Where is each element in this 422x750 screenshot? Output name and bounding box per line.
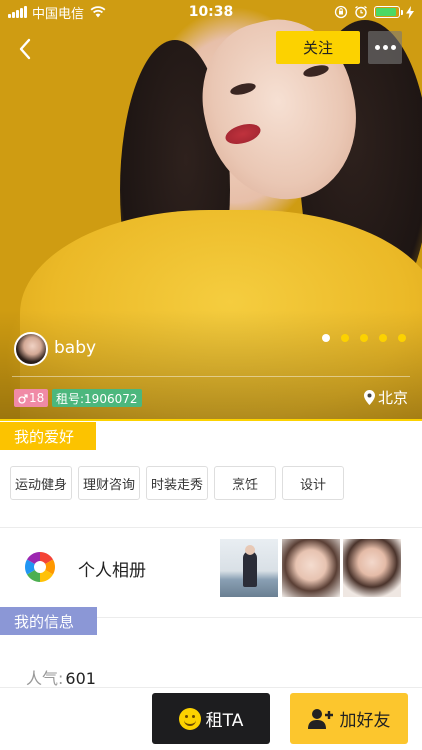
hobbies-section-title: 我的爱好 <box>0 422 100 453</box>
more-dots-icon <box>374 45 380 50</box>
album-label[interactable]: 个人相册 <box>78 556 146 581</box>
more-dots-icon <box>382 45 388 50</box>
location-pin-icon <box>363 390 375 405</box>
popularity-label: 人气: <box>26 669 64 688</box>
more-dots-icon <box>390 45 396 50</box>
hobby-chip[interactable]: 设计 <box>282 466 344 500</box>
male-symbol-icon <box>18 393 28 404</box>
location: 北京 <box>363 387 408 408</box>
location-city: 北京 <box>377 389 408 407</box>
gender-age-badge: 18 <box>14 389 49 407</box>
thumbnail-head <box>245 545 255 555</box>
rent-button[interactable]: 租TA <box>152 693 270 744</box>
pager-dot[interactable] <box>379 334 387 342</box>
hero-divider <box>12 376 410 377</box>
battery-icon <box>374 6 403 18</box>
popularity-row: 人气: 601 <box>26 665 96 689</box>
carrier-name: 中国电信 <box>32 6 85 22</box>
pager-dot[interactable] <box>322 334 330 342</box>
album-thumbnail[interactable] <box>343 539 401 597</box>
follow-button[interactable]: 关注 <box>276 31 360 64</box>
hobby-list: 运动健身 理财咨询 时装走秀 烹饪 设计 <box>10 466 344 500</box>
hero-bottom-accent <box>0 419 422 421</box>
status-bar: 中国电信 10:38 <box>0 0 422 24</box>
info-section-title: 我的信息 <box>0 607 100 638</box>
hobby-chip[interactable]: 运动健身 <box>10 466 72 500</box>
rent-id-badge: 租号:1906072 <box>52 389 142 407</box>
charging-icon <box>406 5 414 19</box>
hobby-chip[interactable]: 时装走秀 <box>146 466 208 500</box>
username: baby <box>54 338 97 358</box>
album-thumbnail[interactable] <box>220 539 278 597</box>
add-user-icon <box>307 708 333 729</box>
rent-button-label: 租TA <box>205 711 244 731</box>
pager-dot[interactable] <box>398 334 406 342</box>
alarm-icon <box>355 5 367 19</box>
thumbnail-figure <box>243 551 257 587</box>
add-friend-button[interactable]: 加好友 <box>290 693 408 744</box>
signal-icon <box>8 6 27 18</box>
hobby-chip[interactable]: 烹饪 <box>214 466 276 500</box>
section-divider <box>0 527 422 528</box>
album-thumbnail[interactable] <box>282 539 340 597</box>
age-value: 18 <box>29 391 45 405</box>
orientation-lock-icon <box>334 5 348 19</box>
avatar[interactable] <box>14 332 48 366</box>
pager-dot[interactable] <box>360 334 368 342</box>
back-button[interactable] <box>10 34 40 64</box>
photo-pager-dots[interactable] <box>322 334 406 342</box>
smiley-icon <box>178 707 201 730</box>
more-button[interactable] <box>368 31 402 64</box>
chevron-left-icon <box>19 38 31 60</box>
add-friend-label: 加好友 <box>339 711 391 731</box>
wifi-icon <box>90 6 106 18</box>
hobby-chip[interactable]: 理财咨询 <box>78 466 140 500</box>
pager-dot[interactable] <box>341 334 349 342</box>
popularity-value: 601 <box>65 669 96 688</box>
camera-aperture-icon <box>25 552 55 582</box>
